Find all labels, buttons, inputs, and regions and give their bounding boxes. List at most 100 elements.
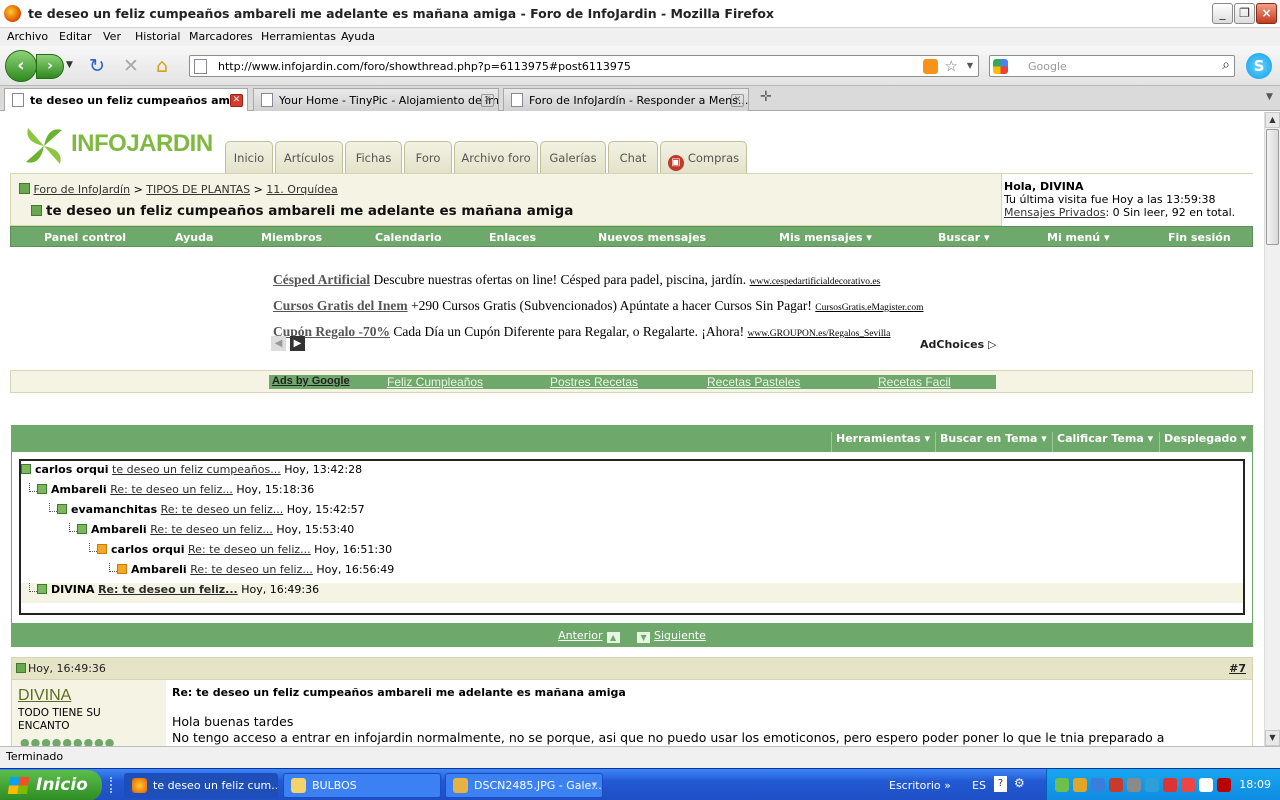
forward-button[interactable]: › [36, 54, 64, 79]
vertical-scrollbar[interactable]: ▲ ▼ [1264, 112, 1280, 746]
bookmark-star-icon[interactable]: ☆ [945, 57, 958, 75]
nav-tab-fichas[interactable]: Fichas [345, 141, 402, 173]
home-icon[interactable]: ⌂ [156, 55, 168, 77]
tab-2[interactable]: Your Home - TinyPic - Alojamiento de im.… [253, 88, 499, 111]
address-bar[interactable]: http://www.infojardin.com/foro/showthrea… [189, 55, 979, 77]
ad-link-feliz-cumpleanos[interactable]: Feliz Cumpleaños [387, 375, 483, 389]
menu-editar[interactable]: Editar [59, 30, 92, 43]
tab-list-icon[interactable]: ▼ [1266, 92, 1273, 102]
tree-post-link[interactable]: te deseo un feliz cumpeaños... [112, 463, 281, 476]
tray-icon-1[interactable] [1055, 778, 1069, 792]
tab-3[interactable]: Foro de InfoJardín - Responder a Mens...… [503, 88, 749, 111]
private-messages-link[interactable]: Mensajes Privados [1004, 206, 1105, 219]
ad-link-postres-recetas[interactable]: Postres Recetas [550, 375, 638, 389]
tree-post-link[interactable]: Re: te deseo un feliz... [150, 523, 273, 536]
desktop-toolbar[interactable]: Escritorio » [889, 779, 951, 792]
nav-mi-menu[interactable]: Mi menú ▾ [1047, 231, 1109, 244]
menu-archivo[interactable]: Archivo [7, 30, 48, 43]
help-icon[interactable]: ? [994, 776, 1007, 792]
taskbar-item-bulbos[interactable]: BULBOS [283, 773, 441, 798]
antivirus-icon[interactable] [1163, 778, 1177, 792]
ad-link-recetas-facil[interactable]: Recetas Facil [878, 375, 951, 389]
nav-miembros[interactable]: Miembros [261, 231, 322, 244]
post-number-link[interactable]: #7 [1229, 662, 1246, 675]
taskbar-item-gallery[interactable]: DSCN2485.JPG - Gale... ▼ [445, 773, 603, 798]
tree-post-link[interactable]: Re: te deseo un feliz... [110, 483, 233, 496]
menu-herramientas[interactable]: Herramientas [261, 30, 336, 43]
tray-icon-3[interactable] [1091, 778, 1105, 792]
nav-tab-compras[interactable]: ▣ Compras [660, 141, 747, 173]
breadcrumb-link-orquidea[interactable]: 11. Orquídea [266, 183, 337, 196]
nav-tab-inicio[interactable]: Inicio [225, 141, 273, 173]
menu-marcadores[interactable]: Marcadores [189, 30, 253, 43]
search-box[interactable]: Google ⌕ [989, 55, 1235, 77]
ads-by-google-link[interactable]: Ads by Google [272, 375, 350, 387]
nav-tab-chat[interactable]: Chat [608, 141, 658, 173]
menu-ver[interactable]: Ver [103, 30, 121, 43]
previous-link[interactable]: Anterior [558, 629, 602, 642]
next-link[interactable]: Siguiente [654, 629, 706, 642]
post-username[interactable]: DIVINA [18, 687, 71, 705]
tree-post-link[interactable]: Re: te deseo un feliz... [188, 543, 311, 556]
google-icon[interactable] [993, 59, 1008, 74]
ad-prev-icon[interactable]: ◀ [271, 336, 286, 351]
breadcrumb-link-tipos[interactable]: TIPOS DE PLANTAS [146, 183, 250, 196]
clock[interactable]: 18:09 [1239, 778, 1271, 791]
history-dropdown-icon[interactable]: ▼ [66, 60, 73, 70]
tab-1[interactable]: te deseo un feliz cumpeaños am... ✕ [4, 88, 248, 111]
nav-calendario[interactable]: Calendario [375, 231, 442, 244]
tray-icon-9[interactable] [1199, 778, 1213, 792]
minimize-button[interactable]: _ [1212, 3, 1233, 24]
nav-enlaces[interactable]: Enlaces [489, 231, 536, 244]
reload-icon[interactable]: ↻ [89, 55, 105, 77]
skype-icon[interactable]: S [1246, 53, 1272, 79]
back-button[interactable]: ‹ [5, 50, 37, 82]
nav-nuevos-mensajes[interactable]: Nuevos mensajes [598, 231, 706, 244]
close-tab-icon[interactable]: ✕ [731, 94, 744, 107]
stop-icon[interactable]: ✕ [123, 55, 139, 77]
ad-url[interactable]: www.cespedartificialdecorativo.es [750, 277, 881, 287]
nav-tab-galerias[interactable]: Galerías [540, 141, 606, 173]
maximize-button[interactable]: ❐ [1234, 3, 1255, 24]
new-tab-icon[interactable]: ✛ [760, 89, 772, 105]
adchoices[interactable]: AdChoices ▷ [920, 338, 996, 351]
scroll-up-icon[interactable]: ▲ [1265, 112, 1280, 128]
ad-title[interactable]: Cursos Gratis del Inem [273, 298, 408, 313]
nav-ayuda[interactable]: Ayuda [175, 231, 213, 244]
search-placeholder[interactable]: Google [1028, 60, 1067, 73]
calificar-tema-menu[interactable]: Calificar Tema ▾ [1052, 432, 1153, 452]
scroll-down-icon[interactable]: ▼ [1265, 730, 1280, 746]
rss-icon[interactable] [923, 59, 938, 74]
tree-post-link[interactable]: Re: te deseo un feliz... [98, 583, 238, 596]
herramientas-menu[interactable]: Herramientas ▾ [831, 432, 930, 452]
menu-ayuda[interactable]: Ayuda [341, 30, 375, 43]
network-icon[interactable] [1145, 778, 1159, 792]
tray-icon-4[interactable] [1109, 778, 1123, 792]
ad-url[interactable]: www.GROUPON.es/Regalos_Sevilla [747, 329, 890, 339]
nav-mis-mensajes[interactable]: Mis mensajes ▾ [779, 231, 872, 244]
desplegado-menu[interactable]: Desplegado ▾ [1159, 432, 1246, 452]
buscar-en-tema-menu[interactable]: Buscar en Tema ▾ [935, 432, 1047, 452]
site-logo[interactable]: INFOJARDIN [16, 118, 213, 174]
tray-icon-10[interactable] [1217, 778, 1231, 792]
language-indicator[interactable]: ES [972, 779, 986, 792]
nav-fin-sesion[interactable]: Fin sesión [1168, 231, 1231, 244]
tray-icon-8[interactable] [1181, 778, 1195, 792]
close-tab-icon[interactable]: ✕ [230, 94, 243, 107]
ad-title[interactable]: Césped Artificial [273, 272, 370, 287]
arrow-up-icon[interactable]: ▲ [606, 632, 620, 643]
scroll-thumb[interactable] [1266, 129, 1279, 245]
arrow-down-icon[interactable]: ▼ [637, 632, 651, 643]
volume-icon[interactable] [1127, 778, 1141, 792]
ad-url[interactable]: CursosGratis.eMagister.com [815, 303, 923, 313]
nav-tab-foro[interactable]: Foro [404, 141, 452, 173]
search-icon[interactable]: ⌕ [1222, 57, 1230, 73]
nav-buscar[interactable]: Buscar ▾ [938, 231, 989, 244]
nav-tab-articulos[interactable]: Artículos [275, 141, 343, 173]
nav-tab-archivo-foro[interactable]: Archivo foro [454, 141, 538, 173]
start-button[interactable]: Inicio [0, 770, 102, 800]
ad-next-icon[interactable]: ▶ [290, 336, 305, 351]
tree-post-link[interactable]: Re: te deseo un feliz... [161, 503, 284, 516]
breadcrumb-link-forum[interactable]: Foro de InfoJardín [34, 183, 131, 196]
close-tab-icon[interactable]: ✕ [481, 94, 494, 107]
